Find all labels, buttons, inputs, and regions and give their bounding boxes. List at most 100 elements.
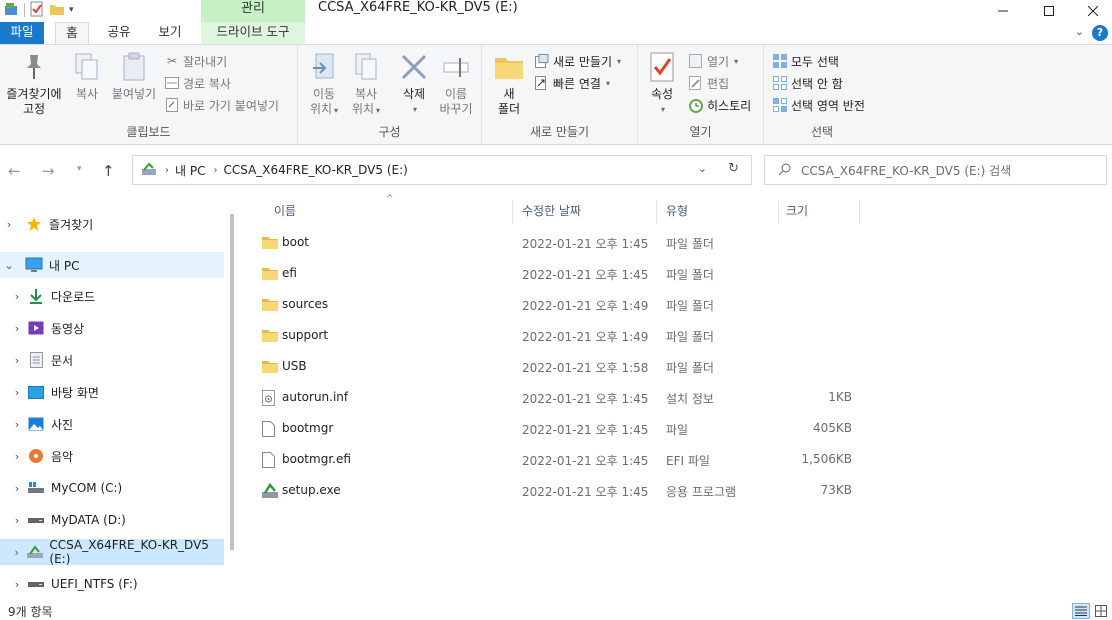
ribbon: 즐겨찾기에 고정 복사 붙여넣기 ✂ 잘라내기 경로 복사 바로 가기 붙여넣기… [0, 44, 1112, 145]
chevron-right-icon[interactable]: › [11, 482, 23, 495]
new-folder-qat-icon[interactable] [49, 1, 65, 20]
back-arrow-icon[interactable]: ← [8, 162, 21, 180]
chevron-right-icon[interactable]: › [11, 514, 23, 527]
properties-dropdown-icon[interactable]: ▾ [646, 102, 680, 117]
close-button[interactable] [1070, 0, 1112, 22]
tab-home[interactable]: 홈 [55, 22, 89, 45]
nav-item-desktop[interactable]: › 바탕 화면 [0, 379, 224, 405]
nav-item-quick-access[interactable]: › 즐겨찾기 [0, 211, 224, 237]
cut-button[interactable]: ✂ 잘라내기 [164, 51, 227, 71]
chevron-right-icon[interactable]: › [11, 546, 22, 559]
address-dropdown-icon[interactable]: ⌄ [698, 162, 707, 175]
group-open: 속성 ▾ 열기 ▾ 편집 히스토리 열기 [638, 45, 764, 144]
breadcrumb-separator-icon[interactable]: › [213, 165, 217, 176]
desktop-icon [27, 384, 45, 400]
chevron-right-icon[interactable]: › [11, 354, 23, 367]
chevron-right-icon[interactable]: › [11, 322, 23, 335]
maximize-button[interactable] [1026, 0, 1072, 22]
search-input[interactable]: CCSA_X64FRE_KO-KR_DV5 (E:) 검색 [764, 155, 1107, 185]
tab-drive-tools[interactable]: 드라이브 도구 [201, 22, 305, 44]
details-view-icon[interactable] [1072, 603, 1090, 619]
open-button[interactable]: 열기 ▾ [688, 51, 738, 71]
copy-path-button[interactable]: 경로 복사 [164, 73, 231, 93]
nav-item-music[interactable]: › 음악 [0, 443, 224, 469]
pin-to-quick-access-button[interactable]: 즐겨찾기에 고정 [2, 51, 66, 117]
new-item-button[interactable]: 새로 만들기 ▾ [534, 51, 621, 71]
minimize-button[interactable] [980, 0, 1026, 22]
file-row-usb[interactable]: USB 2022-01-21 오후 1:58 파일 폴더 [258, 354, 858, 380]
column-divider[interactable] [656, 200, 657, 224]
file-row-efi[interactable]: efi 2022-01-21 오후 1:45 파일 폴더 [258, 261, 858, 287]
app-icon[interactable] [4, 1, 20, 20]
history-button[interactable]: 히스토리 [688, 95, 751, 115]
new-folder-button[interactable]: 새 폴더 [492, 51, 526, 117]
address-bar[interactable]: › 내 PC › CCSA_X64FRE_KO-KR_DV5 (E:) ⌄ ↻ [132, 155, 752, 185]
select-none-button[interactable]: 선택 안 함 [772, 73, 843, 93]
nav-item-drive-c[interactable]: › MyCOM (C:) [0, 475, 224, 501]
tab-file[interactable]: 파일 [0, 22, 44, 44]
copy-button[interactable]: 복사 [68, 51, 106, 102]
chevron-right-icon[interactable]: › [11, 450, 23, 463]
file-row-bootmgr[interactable]: bootmgr 2022-01-21 오후 1:45 파일 405KB [258, 416, 858, 442]
recent-locations-icon[interactable]: ▾ [77, 164, 82, 174]
select-all-button[interactable]: 모두 선택 [772, 51, 839, 71]
rename-icon [440, 51, 472, 83]
chevron-down-icon[interactable]: ⌄ [3, 259, 15, 272]
refresh-icon[interactable]: ↻ [728, 161, 739, 176]
easy-access-button[interactable]: 빠른 연결 ▾ [534, 73, 610, 93]
invert-selection-button[interactable]: 선택 영역 반전 [772, 95, 865, 115]
column-header-name[interactable]: 이름 [274, 200, 504, 224]
tab-view[interactable]: 보기 [150, 22, 190, 44]
column-header-size[interactable]: 크기 [786, 200, 856, 224]
drive-icon [27, 512, 45, 528]
properties-qat-icon[interactable] [29, 1, 45, 20]
column-header-type[interactable]: 유형 [666, 200, 766, 224]
copy-icon [71, 51, 103, 83]
delete-button[interactable]: 삭제 ▾ [394, 51, 434, 117]
column-divider[interactable] [512, 200, 513, 224]
breadcrumb-separator-icon[interactable]: › [165, 165, 169, 176]
column-divider[interactable] [859, 200, 860, 224]
chevron-right-icon[interactable]: › [11, 418, 23, 431]
copy-to-button[interactable]: 복사 위치 ▾ [346, 51, 386, 118]
chevron-right-icon[interactable]: › [3, 218, 15, 231]
file-row-bootmgr-efi[interactable]: bootmgr.efi 2022-01-21 오후 1:45 EFI 파일 1,… [258, 447, 858, 473]
file-row-sources[interactable]: sources 2022-01-21 오후 1:49 파일 폴더 [258, 292, 858, 318]
delete-dropdown-icon[interactable]: ▾ [396, 102, 434, 117]
paste-button[interactable]: 붙여넣기 [108, 51, 160, 102]
move-to-button[interactable]: 이동 위치 ▾ [304, 51, 344, 118]
file-row-support[interactable]: support 2022-01-21 오후 1:49 파일 폴더 [258, 323, 858, 349]
new-folder-icon [493, 51, 525, 83]
breadcrumb-this-pc[interactable]: 내 PC [175, 162, 205, 179]
breadcrumb-drive-e[interactable]: CCSA_X64FRE_KO-KR_DV5 (E:) [223, 163, 407, 177]
nav-item-this-pc[interactable]: ⌄ 내 PC [0, 252, 224, 278]
file-row-setup-exe[interactable]: setup.exe 2022-01-21 오후 1:45 응용 프로그램 73K… [258, 478, 858, 504]
chevron-right-icon[interactable]: › [11, 578, 23, 591]
up-arrow-icon[interactable]: ↑ [102, 162, 115, 180]
nav-pane-scrollbar[interactable] [230, 214, 234, 550]
chevron-right-icon[interactable]: › [11, 386, 23, 399]
nav-item-drive-f[interactable]: › UEFI_NTFS (F:) [0, 571, 224, 597]
help-icon[interactable]: ? [1092, 25, 1108, 41]
forward-arrow-icon[interactable]: → [42, 162, 55, 180]
nav-item-documents[interactable]: › 문서 [0, 347, 224, 373]
paste-shortcut-button[interactable]: 바로 가기 붙여넣기 [164, 95, 279, 115]
edit-button[interactable]: 편집 [688, 73, 729, 93]
nav-item-drive-d[interactable]: › MyDATA (D:) [0, 507, 224, 533]
copy-to-icon [350, 51, 382, 83]
nav-item-videos[interactable]: › 동영상 [0, 315, 224, 341]
ribbon-expand-icon[interactable]: ⌄ [1075, 25, 1084, 38]
rename-button[interactable]: 이름 바꾸기 [436, 51, 476, 117]
tab-share[interactable]: 공유 [100, 22, 138, 44]
large-icons-view-icon[interactable] [1092, 603, 1110, 619]
customize-qat-icon[interactable]: ▾ [69, 5, 74, 15]
file-row-autorun[interactable]: autorun.inf 2022-01-21 오후 1:45 설치 정보 1KB [258, 385, 858, 411]
file-row-boot[interactable]: boot 2022-01-21 오후 1:45 파일 폴더 [258, 230, 858, 256]
nav-item-drive-e[interactable]: › CCSA_X64FRE_KO-KR_DV5 (E:) [0, 538, 224, 566]
column-header-date[interactable]: 수정한 날짜 [522, 200, 652, 224]
chevron-right-icon[interactable]: › [11, 290, 23, 303]
nav-item-pictures[interactable]: › 사진 [0, 411, 224, 437]
properties-button[interactable]: 속성 ▾ [644, 51, 680, 117]
nav-item-downloads[interactable]: › 다운로드 [0, 283, 224, 309]
column-divider[interactable] [778, 200, 779, 224]
